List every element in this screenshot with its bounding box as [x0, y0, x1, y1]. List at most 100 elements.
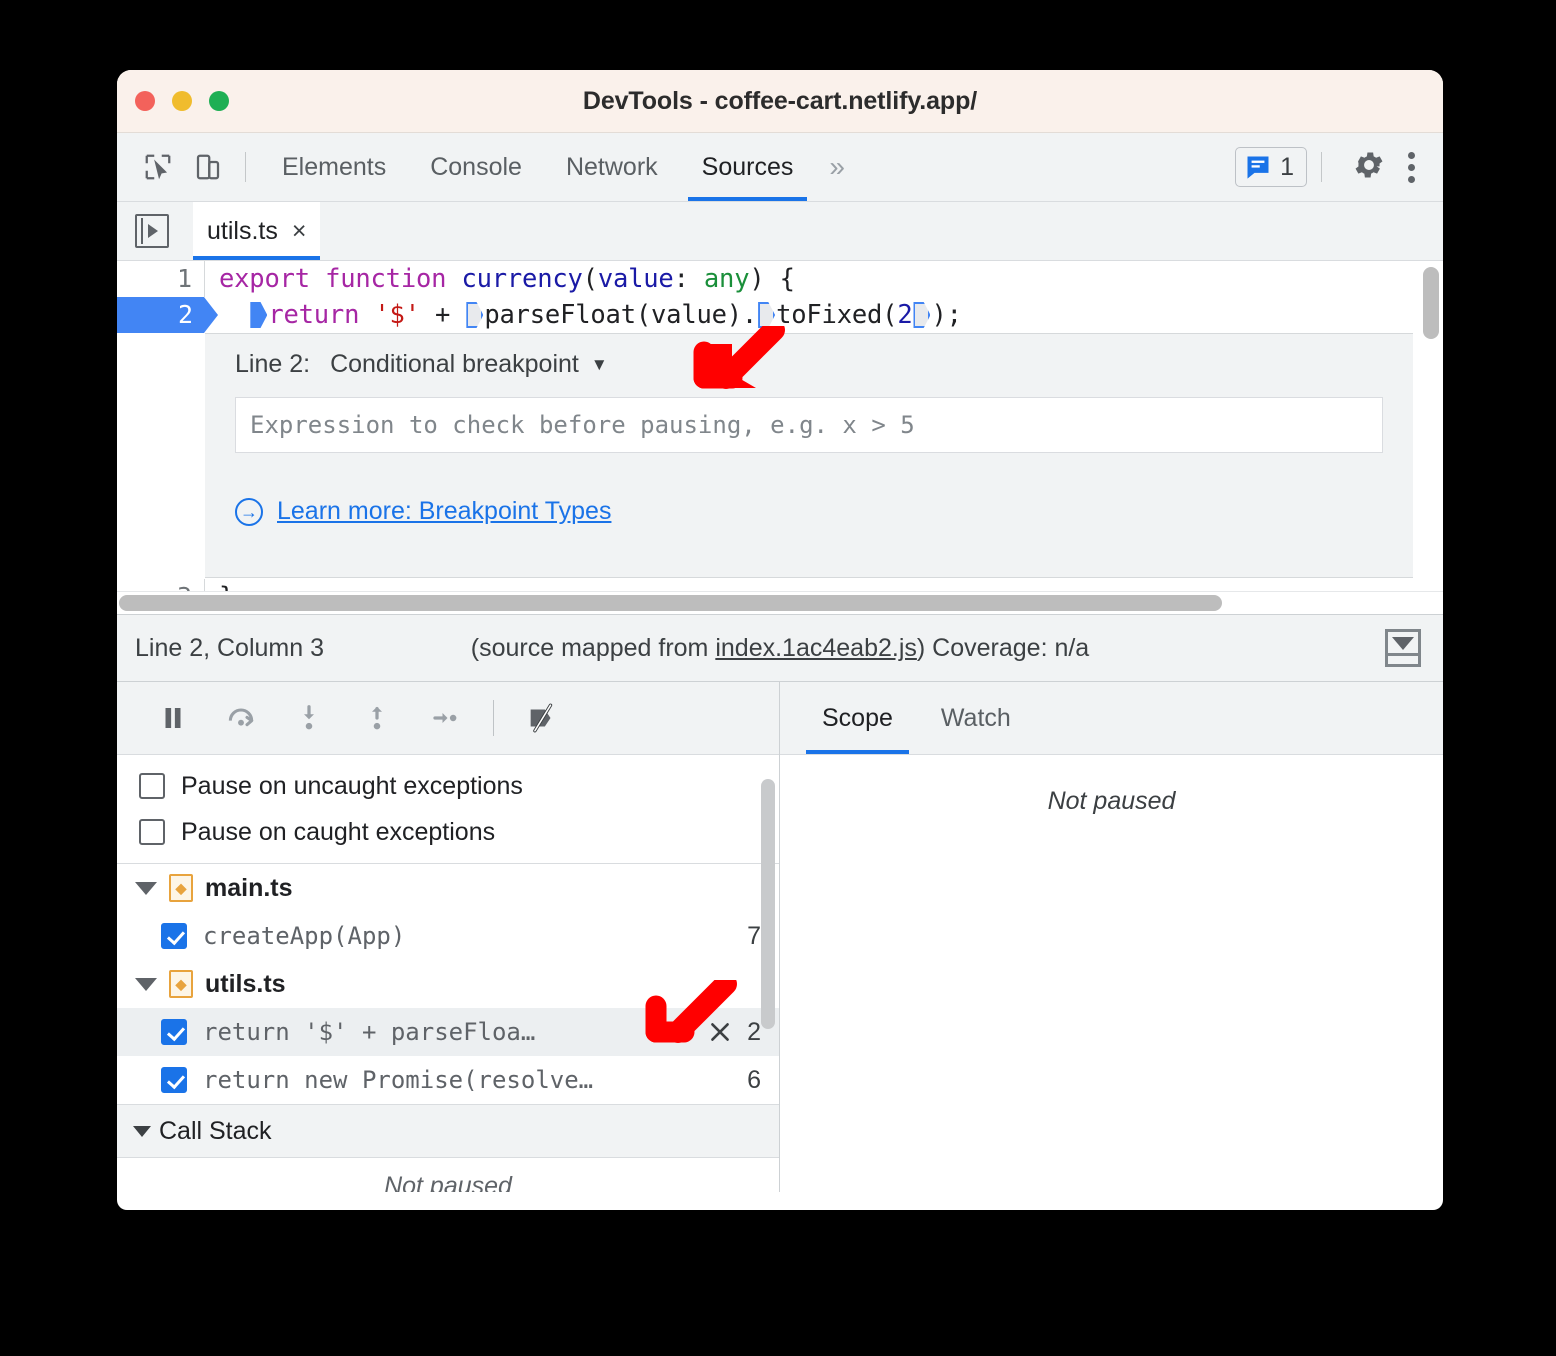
- step-over-button[interactable]: [207, 682, 275, 754]
- close-window-button[interactable]: [135, 91, 155, 111]
- breakpoint-snippet: return '$' + parseFloa…: [203, 1018, 536, 1046]
- call-stack-header[interactable]: Call Stack: [117, 1104, 779, 1158]
- traffic-light-buttons: [135, 91, 229, 111]
- editor-horizontal-scrollbar-track[interactable]: [117, 591, 1443, 614]
- inline-breakpoint-icon-3[interactable]: [758, 302, 775, 328]
- code-line-2-text: return '$' + parseFloat(value). toFixed(2…: [205, 300, 962, 330]
- remove-breakpoint-button[interactable]: [707, 1019, 733, 1045]
- source-map-link[interactable]: index.1ac4eab2.js: [715, 634, 917, 662]
- scope-watch-tabbar: Scope Watch: [780, 682, 1443, 755]
- inspect-cursor-icon[interactable]: [135, 144, 181, 190]
- step-into-button[interactable]: [275, 682, 343, 754]
- inline-breakpoint-icon-1[interactable]: [250, 302, 268, 328]
- drawer-bar: [1388, 653, 1418, 656]
- breakpoint-enabled-checkbox[interactable]: [161, 1067, 187, 1093]
- inline-breakpoint-icon-4[interactable]: [913, 302, 930, 328]
- close-x-icon: [711, 1023, 729, 1041]
- step-over-icon: [228, 708, 254, 727]
- line-number-1[interactable]: 1: [117, 261, 205, 297]
- drawer-triangle: [1392, 637, 1414, 650]
- code-line-1: 1 export function currency(value: any) {: [117, 261, 1443, 297]
- line-number-2-breakpoint[interactable]: 2: [117, 297, 205, 333]
- chevron-down-icon: ▼: [590, 354, 608, 374]
- code-line-3: 3 }: [117, 579, 1443, 591]
- kebab-dot-1: [1408, 151, 1415, 159]
- pause-on-caught-exceptions-checkbox[interactable]: [139, 819, 165, 845]
- chevron-down-icon[interactable]: [135, 977, 157, 991]
- breakpoint-group-label: main.ts: [205, 873, 293, 902]
- inline-breakpoint-icon-2[interactable]: [466, 302, 483, 328]
- deactivate-breakpoints-button[interactable]: [508, 682, 576, 754]
- breakpoint-row[interactable]: return '$' + parseFloa… 2: [117, 1008, 779, 1056]
- code-line-2: 2 return '$' + parseFloat(value). toFixed…: [117, 297, 1443, 333]
- code-editor[interactable]: 1 export function currency(value: any) {…: [117, 261, 1443, 591]
- breakpoint-condition-input[interactable]: Expression to check before pausing, e.g.…: [235, 397, 1383, 453]
- show-navigator-icon[interactable]: [135, 214, 169, 248]
- breakpoints-pane-scrollbar[interactable]: [761, 779, 775, 1029]
- line-number-3[interactable]: 3: [117, 579, 205, 591]
- breakpoint-row[interactable]: createApp(App) 7: [117, 912, 779, 960]
- pause-on-caught-exceptions-row[interactable]: Pause on caught exceptions: [117, 809, 779, 855]
- learn-more-link[interactable]: Learn more: Breakpoint Types: [277, 497, 611, 526]
- breakpoint-snippet: return new Promise(resolve…: [203, 1066, 594, 1094]
- tab-elements[interactable]: Elements: [260, 133, 408, 201]
- step-out-button[interactable]: [343, 682, 411, 754]
- step-button[interactable]: [411, 682, 479, 754]
- pause-on-uncaught-exceptions-row[interactable]: Pause on uncaught exceptions: [117, 763, 779, 809]
- tab-network[interactable]: Network: [544, 133, 680, 201]
- step-out-icon: [372, 706, 382, 730]
- more-tabs-icon[interactable]: »: [815, 153, 859, 181]
- show-drawer-icon: [1385, 629, 1421, 667]
- chevron-down-icon[interactable]: [133, 1125, 151, 1137]
- drawer-toggle-button[interactable]: [1385, 629, 1421, 667]
- learn-more-row: → Learn more: Breakpoint Types: [235, 497, 1383, 526]
- breakpoint-group-main-ts[interactable]: ◆ main.ts: [117, 864, 779, 912]
- message-bubble-icon: [1247, 156, 1269, 179]
- breakpoint-line-number: 7: [747, 921, 761, 950]
- coverage-label: Coverage: n/a: [932, 633, 1090, 662]
- edit-breakpoint-button[interactable]: [673, 1019, 699, 1045]
- kebab-dot-3: [1408, 175, 1415, 183]
- breakpoint-row[interactable]: return new Promise(resolve… 6: [117, 1056, 779, 1104]
- gear-icon: [1355, 152, 1383, 177]
- tab-sources[interactable]: Sources: [680, 133, 816, 201]
- source-map-info: (source mapped from index.1ac4eab2.js) C…: [471, 634, 1089, 663]
- cursor-position: Line 2, Column 3: [135, 633, 325, 662]
- breakpoint-group-utils-ts[interactable]: ◆ utils.ts: [117, 960, 779, 1008]
- tab-watch[interactable]: Watch: [917, 682, 1035, 754]
- window-title: DevTools - coffee-cart.netlify.app/: [582, 86, 978, 115]
- pause-on-caught-exceptions-label: Pause on caught exceptions: [181, 817, 496, 846]
- editor-status-bar: Line 2, Column 3 (source mapped from ind…: [117, 614, 1443, 682]
- editor-vertical-scrollbar[interactable]: [1423, 267, 1439, 339]
- pause-resume-button[interactable]: [139, 682, 207, 754]
- toolbar-divider-2: [1321, 152, 1322, 182]
- breakpoint-enabled-checkbox[interactable]: [161, 923, 187, 949]
- tab-console[interactable]: Console: [408, 133, 544, 201]
- messages-button[interactable]: 1: [1235, 147, 1307, 187]
- breakpoint-type-label: Conditional breakpoint: [330, 350, 579, 378]
- pencil-icon: [676, 1022, 696, 1042]
- maximize-window-button[interactable]: [209, 91, 229, 111]
- debugger-toolbar-divider: [493, 700, 494, 736]
- close-icon[interactable]: ×: [292, 218, 307, 244]
- chevron-down-icon[interactable]: [135, 881, 157, 895]
- minimize-window-button[interactable]: [172, 91, 192, 111]
- editor-horizontal-scrollbar-thumb[interactable]: [119, 595, 1222, 611]
- tab-scope[interactable]: Scope: [798, 682, 917, 754]
- step-icon: [433, 713, 457, 723]
- breakpoint-type-dropdown[interactable]: Conditional breakpoint ▼: [330, 350, 608, 379]
- source-file-icon: ◆: [169, 970, 193, 998]
- debugger-controls-toolbar: [117, 682, 779, 755]
- file-tab-utils-ts[interactable]: utils.ts ×: [193, 202, 321, 260]
- debugger-lower-panels: Pause on uncaught exceptions Pause on ca…: [117, 682, 1443, 1192]
- pause-on-uncaught-exceptions-checkbox[interactable]: [139, 773, 165, 799]
- breakpoint-enabled-checkbox[interactable]: [161, 1019, 187, 1045]
- settings-button[interactable]: [1336, 148, 1402, 187]
- screenshot-root: DevTools - coffee-cart.netlify.app/ Elem…: [0, 0, 1556, 1356]
- more-options-button[interactable]: [1402, 151, 1427, 183]
- scope-watch-panel: Scope Watch Not paused: [780, 682, 1443, 1192]
- deactivate-breakpoints-icon: [530, 703, 553, 733]
- device-toolbar-icon[interactable]: [185, 144, 231, 190]
- devtools-main-toolbar: Elements Console Network Sources » 1: [117, 133, 1443, 202]
- devtools-window: DevTools - coffee-cart.netlify.app/ Elem…: [117, 70, 1443, 1210]
